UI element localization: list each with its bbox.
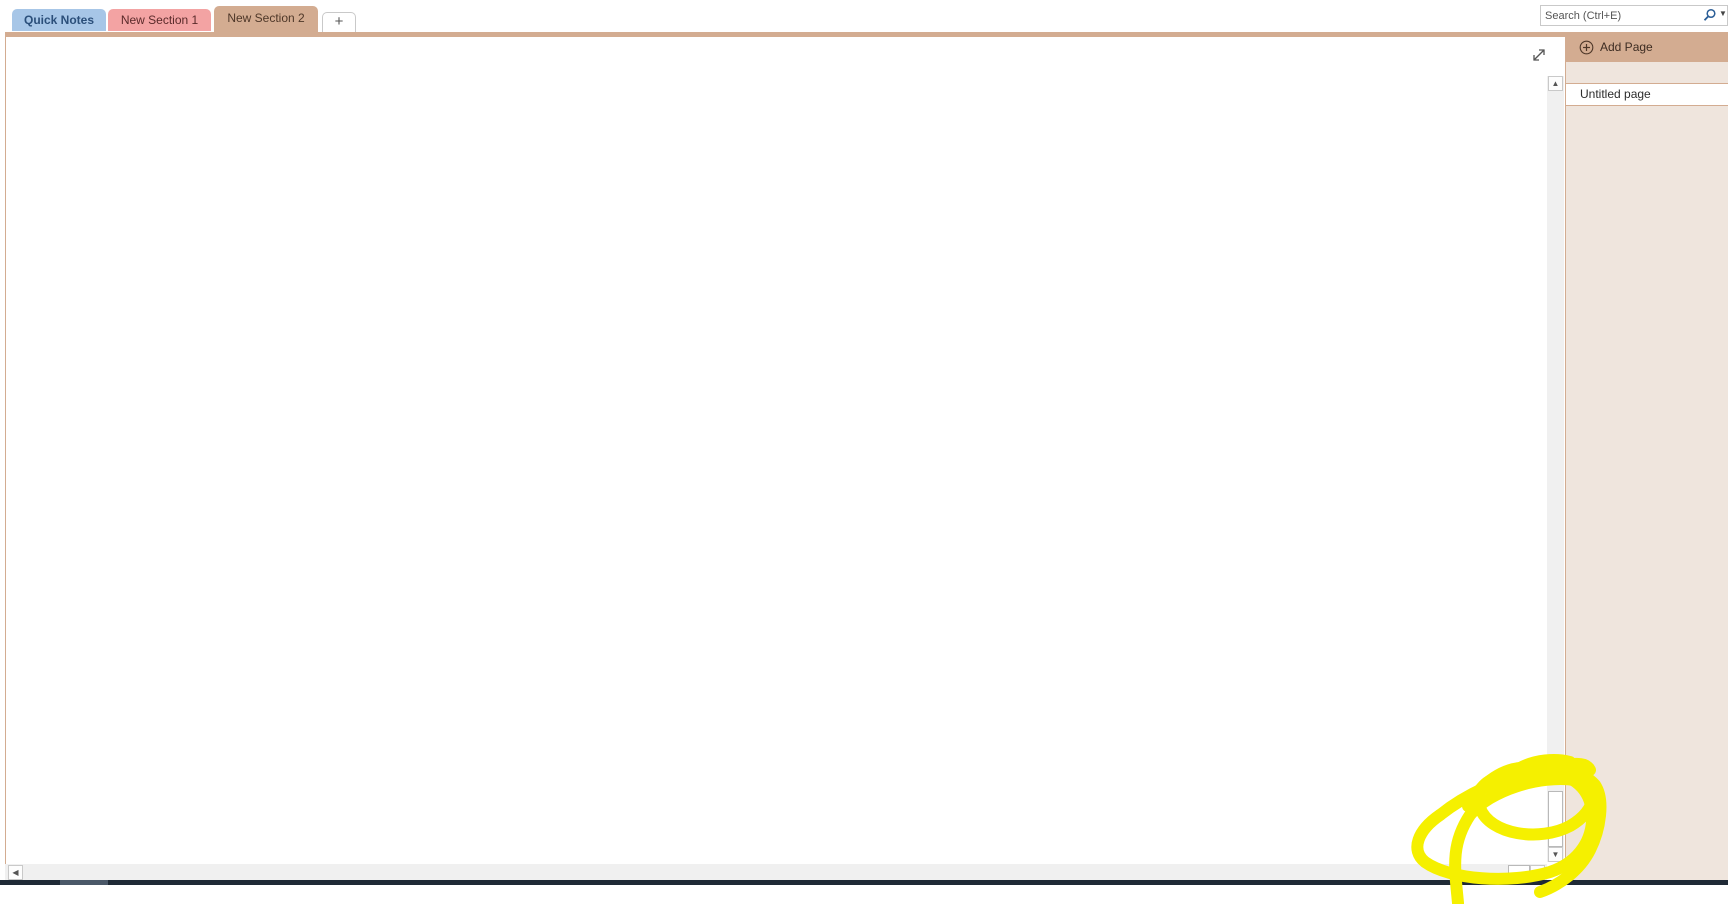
page-canvas[interactable] bbox=[5, 37, 1547, 865]
tab-new-section-2[interactable]: New Section 2 bbox=[214, 6, 318, 33]
page-item-untitled[interactable]: Untitled page bbox=[1566, 83, 1728, 106]
taskbar-bar bbox=[0, 880, 1728, 885]
search-input[interactable] bbox=[1541, 6, 1701, 25]
horizontal-scroll-thumb[interactable] bbox=[1508, 865, 1530, 880]
search-box[interactable]: ▼ bbox=[1540, 5, 1728, 26]
taskbar-active-segment bbox=[60, 880, 108, 885]
arrow-left-icon[interactable]: ◀ bbox=[8, 865, 23, 880]
search-scope-dropdown-icon[interactable]: ▼ bbox=[1719, 9, 1727, 18]
search-icon[interactable] bbox=[1703, 8, 1717, 22]
page-list-pane: Add Page Untitled page bbox=[1565, 32, 1728, 882]
section-tab-bar: Quick Notes New Section 1 New Section 2 … bbox=[0, 0, 1728, 34]
vertical-scroll-thumb[interactable] bbox=[1548, 791, 1563, 847]
expand-icon[interactable] bbox=[1531, 47, 1547, 63]
add-page-label: Add Page bbox=[1600, 40, 1653, 54]
arrow-down-icon[interactable]: ▼ bbox=[1548, 847, 1563, 862]
tab-new-section-1[interactable]: New Section 1 bbox=[108, 9, 211, 31]
arrow-right-icon[interactable]: ▶ bbox=[1530, 865, 1545, 880]
vertical-scrollbar[interactable]: ▲ ▼ bbox=[1547, 76, 1564, 862]
add-section-button[interactable]: + bbox=[322, 12, 356, 32]
arrow-up-icon[interactable]: ▲ bbox=[1548, 76, 1563, 91]
plus-circle-icon bbox=[1579, 40, 1594, 55]
tab-quick-notes[interactable]: Quick Notes bbox=[12, 9, 106, 31]
taskbar-edge bbox=[0, 880, 1728, 904]
horizontal-scrollbar[interactable]: ◀ ▶ bbox=[5, 864, 1547, 881]
add-page-button[interactable]: Add Page bbox=[1566, 32, 1728, 62]
